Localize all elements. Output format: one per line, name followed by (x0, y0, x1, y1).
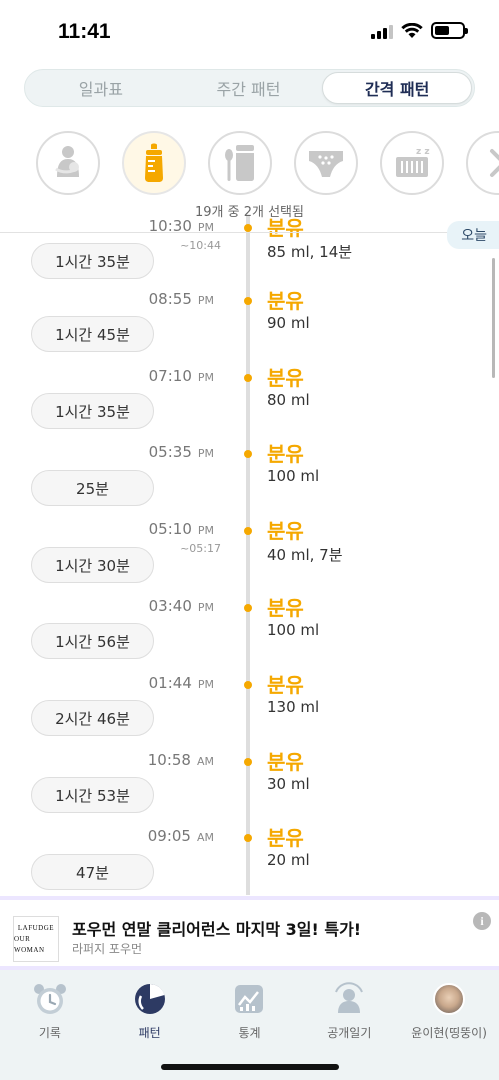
selected-count-label: 19개 중 2개 선택됨 (195, 205, 304, 220)
tab-daily-schedule[interactable]: 일과표 (27, 72, 175, 104)
entry-end-time: ~10:44 (180, 239, 221, 252)
profile-avatar (433, 983, 466, 1015)
entry-dot (244, 604, 252, 612)
entry-title: 분유 (267, 596, 304, 620)
interval-badge: 1시간 53분 (31, 777, 154, 813)
entry-amount: 30 ml (267, 775, 310, 793)
entry-amount: 20 ml (267, 851, 310, 869)
status-icons (371, 22, 468, 39)
baby-food-icon (225, 145, 254, 181)
pattern-chart-icon (134, 983, 165, 1014)
entry-dot (244, 681, 252, 689)
status-time: 11:41 (58, 20, 111, 43)
timeline-header-divider (0, 232, 499, 233)
category-more[interactable] (466, 131, 499, 195)
category-formula[interactable] (122, 131, 186, 195)
entry-title: 분유 (267, 366, 304, 390)
entry-dot (244, 450, 252, 458)
nav-label: 공개일기 (327, 1026, 372, 1040)
entry-dot (244, 224, 252, 232)
entry-end-time: ~05:17 (180, 542, 221, 555)
ad-title: 포우먼 연말 클리어런스 마지막 3일! 특가! (72, 920, 362, 939)
nav-label: 패턴 (138, 1026, 161, 1040)
entry-amount: 85 ml, 14분 (267, 243, 353, 261)
nav-record[interactable]: 기록 (0, 970, 100, 1080)
entry-amount: 40 ml, 7분 (267, 546, 343, 564)
nav-label: 통계 (238, 1026, 261, 1040)
entry-title: 분유 (267, 750, 304, 774)
interval-timeline[interactable]: 10:30 PM ~10:44 분유 85 ml, 14분 오늘 08:55 PM … (0, 215, 499, 895)
entry-time: 03:40 PM (148, 597, 214, 615)
interval-badge: 1시간 45분 (31, 316, 154, 352)
category-breastfeeding[interactable] (36, 131, 100, 195)
ad-brand-logo: LAFUDGE OUR WOMAN (13, 916, 59, 962)
baby-bottle-icon (145, 143, 163, 182)
alarm-clock-icon (33, 984, 66, 1014)
entry-title: 분유 (267, 826, 304, 850)
cellular-signal-icon (371, 23, 393, 39)
interval-badge: 1시간 35분 (31, 243, 154, 279)
ad-banner[interactable]: LAFUDGE OUR WOMAN 포우먼 연말 클리어런스 마지막 3일! 특… (0, 896, 499, 970)
today-button[interactable]: 오늘 (447, 221, 499, 249)
entry-amount: 100 ml (267, 467, 320, 485)
sleep-crib-icon: z z (396, 147, 430, 177)
interval-badge: 1시간 35분 (31, 393, 154, 429)
entry-title: 분유 (267, 442, 304, 466)
interval-badge: 47분 (31, 854, 154, 890)
entry-amount: 100 ml (267, 621, 320, 639)
interval-badge: 25분 (31, 470, 154, 506)
entry-dot (244, 834, 252, 842)
category-baby-food[interactable] (208, 131, 272, 195)
category-filter-row: z z (36, 131, 499, 197)
entry-dot (244, 527, 252, 535)
entry-amount: 90 ml (267, 314, 310, 332)
entry-time: 09:05 AM (147, 827, 214, 845)
wifi-icon (401, 22, 423, 38)
entry-amount: 130 ml (267, 698, 320, 716)
entry-title: 분유 (267, 673, 304, 697)
entry-dot (244, 374, 252, 382)
entry-dot (244, 297, 252, 305)
entry-time: 10:58 AM (147, 751, 214, 769)
battery-icon (431, 22, 468, 39)
ad-advertiser: 라퍼지 포우먼 (72, 942, 143, 956)
category-sleep[interactable]: z z (380, 131, 444, 195)
entry-title: 분유 (267, 519, 304, 543)
view-mode-tabs: 일과표 주간 패턴 간격 패턴 (24, 69, 475, 107)
entry-dot (244, 758, 252, 766)
entry-time: 08:55 PM (148, 290, 214, 308)
category-diaper[interactable] (294, 131, 358, 195)
tab-weekly-pattern[interactable]: 주간 패턴 (175, 72, 323, 104)
tab-interval-pattern[interactable]: 간격 패턴 (322, 72, 473, 104)
more-chevron-icon (490, 149, 499, 177)
interval-badge: 1시간 30분 (31, 547, 154, 583)
nav-label: 기록 (38, 1026, 61, 1040)
home-indicator (161, 1064, 339, 1070)
ad-info-icon[interactable]: i (473, 912, 491, 930)
nav-profile[interactable]: 윤이현(띵뚱이) (399, 970, 499, 1080)
svg-text:z z: z z (416, 147, 430, 157)
diaper-icon (309, 151, 343, 177)
entry-time: 05:35 PM (148, 443, 214, 461)
interval-badge: 1시간 56분 (31, 623, 154, 659)
scrollbar[interactable] (492, 258, 495, 378)
entry-time: 01:44 PM (148, 674, 214, 692)
breastfeeding-icon (55, 146, 79, 177)
entry-amount: 80 ml (267, 391, 310, 409)
public-diary-icon (335, 982, 364, 1013)
nav-label: 윤이현(띵뚱이) (411, 1026, 487, 1040)
entry-time: 07:10 PM (148, 367, 214, 385)
statistics-icon (235, 985, 264, 1013)
status-bar: 11:41 (0, 0, 499, 60)
entry-time: 05:10 PM (148, 520, 214, 538)
interval-badge: 2시간 46분 (31, 700, 154, 736)
entry-title: 분유 (267, 289, 304, 313)
